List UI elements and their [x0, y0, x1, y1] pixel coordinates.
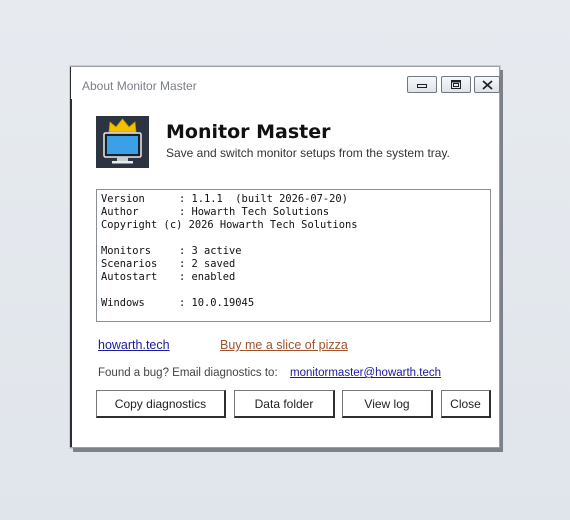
copy-diagnostics-button[interactable]: Copy diagnostics — [96, 390, 226, 418]
autostart-value: : enabled — [179, 271, 236, 283]
minimize-icon — [417, 83, 427, 88]
app-name: Monitor Master — [166, 121, 331, 143]
version-value: : 1.1.1 (built 2026-07-20) — [179, 193, 348, 205]
windows-key: Windows — [101, 297, 145, 309]
bug-report-label: Found a bug? Email diagnostics to: — [98, 367, 278, 379]
version-key: Version — [101, 193, 145, 205]
title-bar[interactable]: About Monitor Master — [71, 67, 500, 99]
monitor-crown-icon — [96, 116, 149, 168]
monitors-row: Monitors : 3 active — [101, 245, 486, 258]
windows-row: Windows : 10.0.19045 — [101, 297, 486, 310]
pizza-link[interactable]: Buy me a slice of pizza — [220, 338, 348, 352]
window-title: About Monitor Master — [82, 79, 197, 93]
info-box: Version : 1.1.1 (built 2026-07-20) Author… — [96, 189, 491, 322]
close-button[interactable]: Close — [441, 390, 491, 418]
monitors-key: Monitors — [101, 245, 152, 257]
copyright-row: Copyright (c) 2026 Howarth Tech Solution… — [101, 219, 486, 232]
website-link[interactable]: howarth.tech — [98, 338, 170, 352]
close-icon — [481, 79, 493, 90]
view-log-button[interactable]: View log — [342, 390, 433, 418]
copyright-text: Copyright (c) 2026 Howarth Tech Solution… — [101, 219, 358, 231]
minimize-button[interactable] — [407, 76, 437, 93]
about-dialog: About Monitor Master Monitor Master Save… — [70, 66, 500, 448]
monitors-value: : 3 active — [179, 245, 242, 257]
maximize-icon — [451, 80, 461, 89]
maximize-button[interactable] — [441, 76, 471, 93]
autostart-key: Autostart — [101, 271, 158, 283]
bug-email-link[interactable]: monitormaster@howarth.tech — [290, 367, 441, 379]
close-window-button[interactable] — [474, 76, 500, 93]
author-key: Author — [101, 206, 139, 218]
author-value: : Howarth Tech Solutions — [179, 206, 330, 218]
autostart-row: Autostart : enabled — [101, 271, 486, 284]
window-edge — [70, 67, 72, 447]
scenarios-row: Scenarios : 2 saved — [101, 258, 486, 271]
data-folder-button[interactable]: Data folder — [234, 390, 335, 418]
app-tagline: Save and switch monitor setups from the … — [166, 146, 450, 160]
scenarios-key: Scenarios — [101, 258, 158, 270]
scenarios-value: : 2 saved — [179, 258, 236, 270]
windows-value: : 10.0.19045 — [179, 297, 255, 309]
author-row: Author : Howarth Tech Solutions — [101, 206, 486, 219]
version-row: Version : 1.1.1 (built 2026-07-20) — [101, 193, 486, 206]
